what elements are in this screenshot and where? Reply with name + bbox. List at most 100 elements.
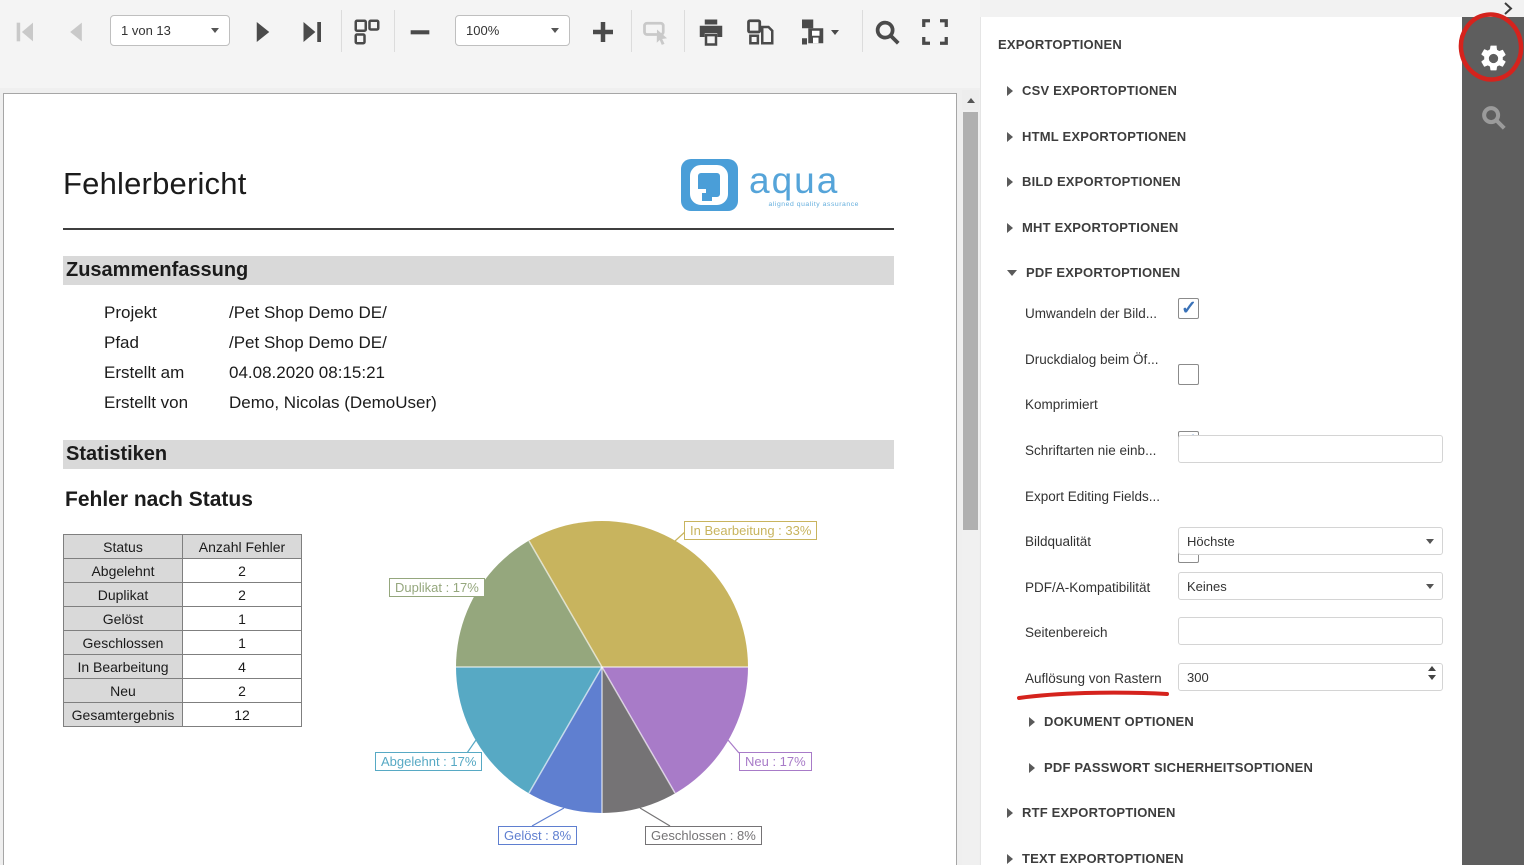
multi-page-view-button[interactable] bbox=[352, 16, 382, 48]
export-save-button[interactable] bbox=[797, 16, 839, 48]
last-page-button[interactable] bbox=[296, 16, 326, 48]
option-label-bildqualitaet: Bildqualität bbox=[1025, 534, 1091, 549]
spin-down-icon[interactable] bbox=[1428, 675, 1436, 680]
fullscreen-button[interactable] bbox=[920, 16, 950, 48]
previous-page-button[interactable] bbox=[62, 16, 90, 48]
export-settings-button[interactable] bbox=[1462, 30, 1524, 86]
panel-title: EXPORTOPTIONEN bbox=[998, 37, 1122, 52]
table-row: Abgelehnt2 bbox=[64, 559, 302, 583]
chevron-right-icon bbox=[1500, 1, 1516, 16]
document-viewer: 1 von 13 100% bbox=[0, 0, 980, 865]
toolbar-divider bbox=[631, 10, 632, 52]
section-html-exportoptionen[interactable]: HTML EXPORTOPTIONEN bbox=[1007, 129, 1186, 144]
next-page-icon bbox=[248, 17, 278, 47]
chevron-right-icon bbox=[1007, 854, 1013, 864]
pie-label-abgelehnt: Abgelehnt : 17% bbox=[375, 752, 482, 771]
next-page-button[interactable] bbox=[248, 16, 278, 48]
fullscreen-icon bbox=[920, 17, 950, 47]
summary-field: Erstellt am04.08.2020 08:15:21 bbox=[104, 363, 385, 383]
summary-field: Erstellt vonDemo, Nicolas (DemoUser) bbox=[104, 393, 437, 413]
section-pdf-passwort[interactable]: PDF PASSWORT SICHERHEITSOPTIONEN bbox=[1029, 760, 1313, 775]
pie-label-neu: Neu : 17% bbox=[739, 752, 812, 771]
dropdown-bildqualitaet[interactable]: Höchste bbox=[1178, 527, 1443, 555]
multi-page-view-icon bbox=[352, 17, 382, 47]
pie-label-duplikat: Duplikat : 17% bbox=[389, 578, 485, 597]
option-label-seitenbereich: Seitenbereich bbox=[1025, 625, 1108, 640]
dropdown-pdfa-kompatibilitaet[interactable]: Keines bbox=[1178, 572, 1443, 600]
zoom-level-dropdown[interactable]: 100% bbox=[455, 15, 570, 46]
first-page-icon bbox=[12, 18, 40, 46]
sidebar-search-button[interactable] bbox=[1462, 89, 1524, 145]
export-save-icon bbox=[797, 17, 827, 47]
summary-field: Pfad/Pet Shop Demo DE/ bbox=[104, 333, 387, 353]
section-mht-exportoptionen[interactable]: MHT EXPORTOPTIONEN bbox=[1007, 220, 1178, 235]
pie-label-geloest: Gelöst : 8% bbox=[498, 826, 577, 845]
pie-label-in-bearbeitung: In Bearbeitung : 33% bbox=[684, 521, 817, 540]
input-seitenbereich[interactable] bbox=[1178, 617, 1443, 645]
toolbar-divider bbox=[341, 10, 342, 52]
aqua-logo: aqua aligned quality assurance bbox=[681, 159, 866, 217]
chevron-down-icon bbox=[1007, 270, 1017, 276]
table-row: Gesamtergebnis12 bbox=[64, 703, 302, 727]
option-label-pdfa: PDF/A-Kompatibilität bbox=[1025, 580, 1150, 595]
chevron-right-icon bbox=[1007, 177, 1013, 187]
option-label-umwandeln: Umwandeln der Bild... bbox=[1025, 306, 1157, 321]
section-pdf-exportoptionen[interactable]: PDF EXPORTOPTIONEN bbox=[1007, 265, 1180, 280]
checkbox-druckdialog[interactable] bbox=[1178, 364, 1199, 385]
chart-title: Fehler nach Status bbox=[65, 488, 253, 512]
summary-field: Projekt/Pet Shop Demo DE/ bbox=[104, 303, 387, 323]
spin-up-icon[interactable] bbox=[1428, 666, 1436, 671]
section-text-exportoptionen[interactable]: TEXT EXPORTOPTIONEN bbox=[1007, 851, 1184, 865]
zoom-out-button[interactable] bbox=[406, 16, 434, 48]
option-label-schriftarten: Schriftarten nie einb... bbox=[1025, 443, 1156, 458]
scrollbar-thumb[interactable] bbox=[963, 112, 978, 530]
spinbox-aufloesung[interactable] bbox=[1178, 663, 1443, 691]
table-row: Neu2 bbox=[64, 679, 302, 703]
print-button[interactable] bbox=[696, 16, 726, 48]
print-icon bbox=[696, 17, 726, 47]
table-row: Gelöst1 bbox=[64, 607, 302, 631]
section-csv-exportoptionen[interactable]: CSV EXPORTOPTIONEN bbox=[1007, 83, 1177, 98]
print-page-setup-button[interactable] bbox=[746, 16, 776, 48]
chevron-down-icon bbox=[831, 30, 839, 35]
chevron-right-icon bbox=[1007, 86, 1013, 96]
input-schriftarten[interactable] bbox=[1178, 435, 1443, 463]
chevron-down-icon bbox=[551, 28, 559, 33]
section-dokument-optionen[interactable]: DOKUMENT OPTIONEN bbox=[1029, 714, 1194, 729]
selection-tool-button[interactable] bbox=[642, 16, 672, 48]
print-page-setup-icon bbox=[746, 17, 776, 47]
toolbar-divider bbox=[684, 10, 685, 52]
option-label-druckdialog: Druckdialog beim Öf... bbox=[1025, 352, 1159, 367]
checkbox-umwandeln[interactable] bbox=[1178, 298, 1199, 319]
status-table: Status Anzahl Fehler Abgelehnt2 Duplikat… bbox=[63, 534, 302, 727]
last-page-icon bbox=[296, 17, 326, 47]
chevron-down-icon bbox=[1426, 584, 1434, 589]
search-icon bbox=[1478, 102, 1508, 132]
scroll-up-button[interactable] bbox=[962, 90, 979, 110]
report-title: Fehlerbericht bbox=[63, 166, 247, 202]
aqua-logo-wordmark: aqua bbox=[749, 160, 839, 202]
title-rule bbox=[63, 228, 894, 230]
spinner-controls bbox=[1428, 666, 1436, 680]
vertical-scrollbar[interactable] bbox=[962, 90, 979, 865]
report-page: Fehlerbericht aqua aligned quality assur… bbox=[3, 93, 957, 865]
section-bild-exportoptionen[interactable]: BILD EXPORTOPTIONEN bbox=[1007, 174, 1181, 189]
chevron-right-icon bbox=[1007, 808, 1013, 818]
option-label-export-editing: Export Editing Fields... bbox=[1025, 489, 1160, 504]
first-page-button[interactable] bbox=[12, 16, 40, 48]
summary-heading: Zusammenfassung bbox=[63, 256, 894, 285]
document-area: Fehlerbericht aqua aligned quality assur… bbox=[0, 88, 980, 865]
zoom-in-button[interactable] bbox=[588, 16, 618, 48]
toolbar-divider bbox=[862, 10, 863, 52]
status-pie-chart: In Bearbeitung : 33% Duplikat : 17% Abge… bbox=[371, 513, 801, 848]
search-button[interactable] bbox=[872, 16, 902, 48]
section-rtf-exportoptionen[interactable]: RTF EXPORTOPTIONEN bbox=[1007, 805, 1176, 820]
previous-page-icon bbox=[62, 18, 90, 46]
right-sidebar bbox=[1462, 17, 1524, 865]
pie-label-geschlossen: Geschlossen : 8% bbox=[645, 826, 762, 845]
collapse-panel-button[interactable] bbox=[1500, 1, 1516, 16]
viewer-toolbar: 1 von 13 100% bbox=[0, 0, 980, 88]
page-number-dropdown[interactable]: 1 von 13 bbox=[110, 15, 230, 46]
panel-top-strip bbox=[980, 0, 1524, 17]
input-aufloesung[interactable] bbox=[1178, 663, 1443, 691]
